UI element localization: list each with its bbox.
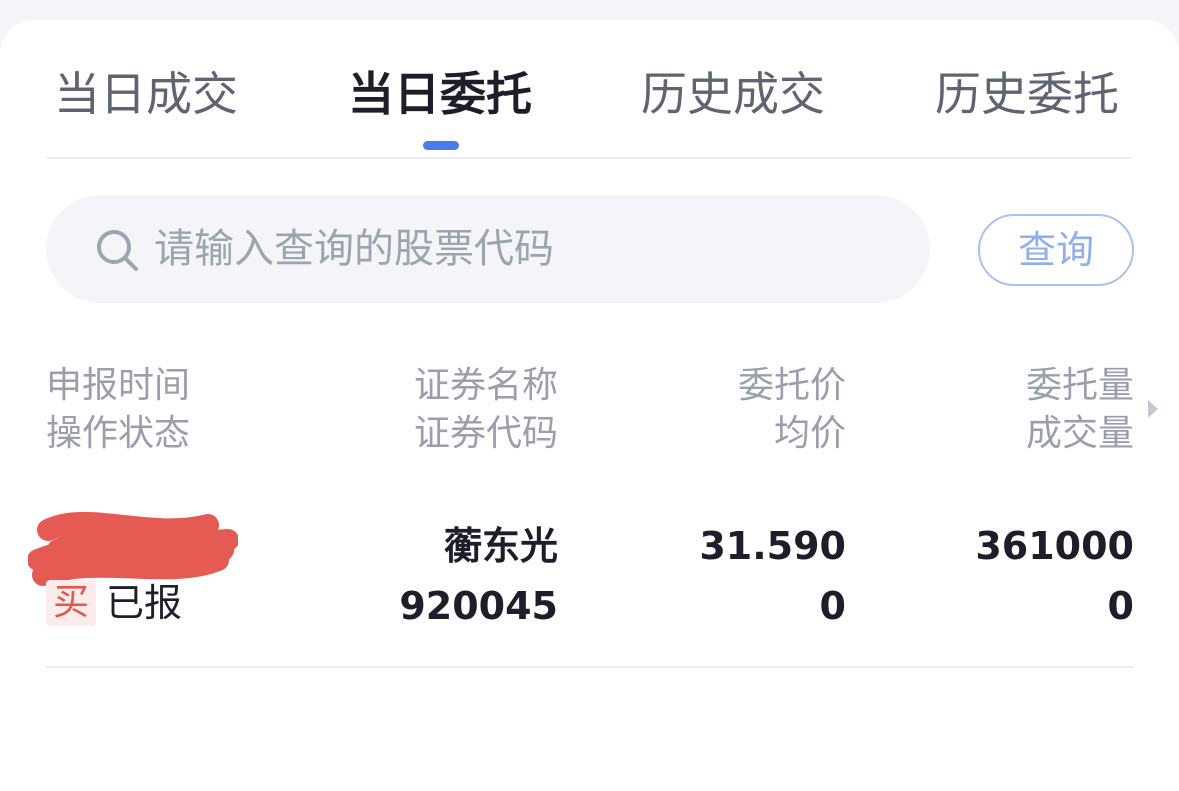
column-header-operation-status: 操作状态 <box>46 413 191 454</box>
column-header-order-qty: 委托量 <box>1025 365 1134 406</box>
active-tab-indicator <box>423 141 459 150</box>
column-header-order-price: 委托价 <box>737 365 846 406</box>
tab-history-orders[interactable]: 历史委托 <box>935 66 1119 122</box>
orders-card: 当日成交 当日委托 历史成交 历史委托 查询 申报时间 操作状态 证券名称 证券… <box>0 20 1179 791</box>
scroll-right-arrow-icon[interactable] <box>1148 400 1158 418</box>
buy-side-badge: 买 <box>46 580 96 626</box>
search-box[interactable] <box>46 195 930 303</box>
query-button[interactable]: 查询 <box>978 214 1134 286</box>
order-qty: 361000 <box>975 524 1134 568</box>
order-price: 31.590 <box>699 524 846 568</box>
column-header-filled-qty: 成交量 <box>1025 413 1134 454</box>
avg-price: 0 <box>819 584 846 628</box>
row-divider <box>46 666 1134 668</box>
tab-history-trades[interactable]: 历史成交 <box>641 66 825 122</box>
search-icon <box>97 230 138 271</box>
security-name: 蘅东光 <box>443 524 558 568</box>
column-header-declare-time: 申报时间 <box>46 365 191 406</box>
order-status: 已报 <box>106 581 183 625</box>
filled-qty: 0 <box>1107 584 1134 628</box>
tab-divider <box>46 157 1132 159</box>
tab-today-orders[interactable]: 当日委托 <box>348 66 532 122</box>
tab-bar: 当日成交 当日委托 历史成交 历史委托 <box>0 20 1179 158</box>
tab-today-trades[interactable]: 当日成交 <box>54 66 238 122</box>
column-header-avg-price: 均价 <box>773 413 846 454</box>
stock-code-search-input[interactable] <box>154 215 894 283</box>
column-header-security-name: 证券名称 <box>413 365 558 406</box>
security-code: 920045 <box>399 584 558 628</box>
column-header-security-code: 证券代码 <box>413 413 558 454</box>
